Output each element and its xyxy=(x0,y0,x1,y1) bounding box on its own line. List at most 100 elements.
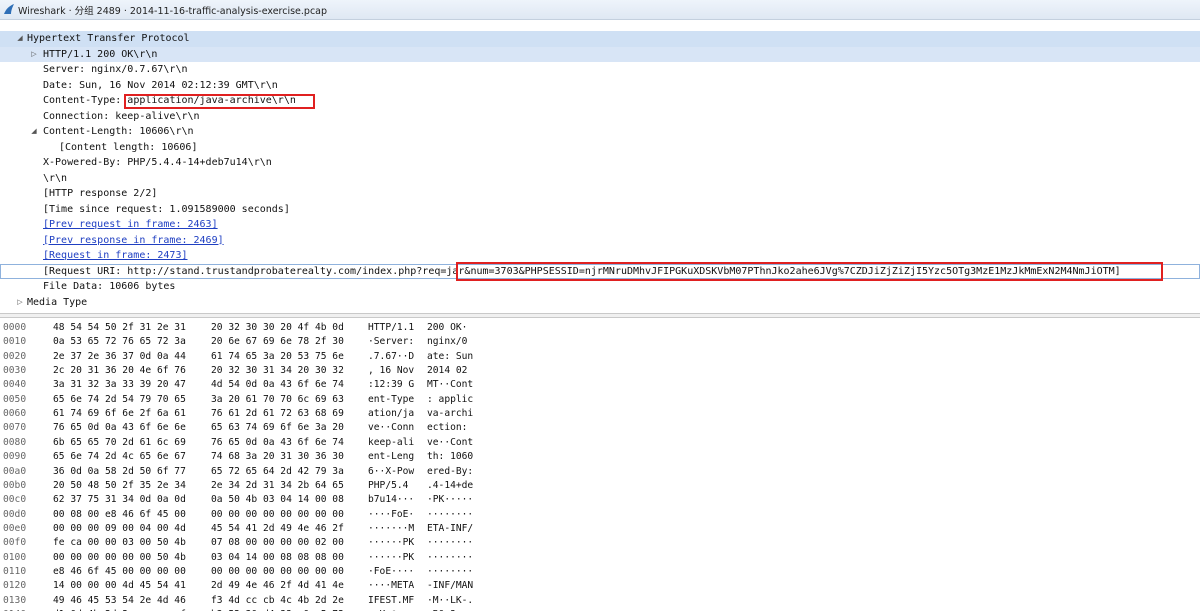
tree-node-media-type[interactable]: ▷ Media Type xyxy=(0,295,1200,311)
ascii-left: .7.67··D xyxy=(368,350,415,362)
hex-row[interactable]: 0080 6b 65 65 70 2d 61 6c 69 76 65 0d 0a 4… xyxy=(0,435,1200,450)
tree-node-request-in-frame[interactable]: [Request in frame: 2473] xyxy=(0,248,1200,264)
ascii-right: ········ xyxy=(427,537,474,549)
tree-node-date[interactable]: Date: Sun, 16 Nov 2014 02:12:39 GMT\r\n xyxy=(0,78,1200,94)
hex-bytes-left: 00 00 00 00 00 00 50 4b xyxy=(53,551,186,563)
packet-details-pane[interactable]: ◢ Hypertext Transfer Protocol ▷ HTTP/1.1… xyxy=(0,31,1200,311)
tree-node-prev-response[interactable]: [Prev response in frame: 2469] xyxy=(0,233,1200,249)
expanded-arrow-icon[interactable]: ◢ xyxy=(29,124,39,140)
hex-row[interactable]: 00c0 62 37 75 31 34 0d 0a 0d 0a 50 4b 03 0… xyxy=(0,492,1200,507)
hex-row[interactable]: 00b0 20 50 48 50 2f 35 2e 34 2e 34 2d 31 3… xyxy=(0,478,1200,493)
ascii-right: 200 OK· xyxy=(427,322,468,333)
packet-bytes-pane[interactable]: 0000 48 54 54 50 2f 31 2e 31 20 32 30 30 2… xyxy=(0,318,1200,611)
hex-row[interactable]: 0010 0a 53 65 72 76 65 72 3a 20 6e 67 69 6… xyxy=(0,334,1200,349)
hex-row[interactable]: 0110 e8 46 6f 45 00 00 00 00 00 00 00 00 0… xyxy=(0,564,1200,579)
ascii-left: :12:39 G xyxy=(368,379,415,391)
tree-node-content-length-sub[interactable]: [Content length: 10606] xyxy=(0,140,1200,156)
hex-row[interactable]: 0090 65 6e 74 2d 4c 65 6e 67 74 68 3a 20 3… xyxy=(0,449,1200,464)
tree-node-content-length[interactable]: ◢ Content-Length: 10606\r\n xyxy=(0,124,1200,140)
tree-node-request-uri[interactable]: [Request URI: http://stand.trustandproba… xyxy=(0,263,1200,279)
content-type-label: Content-Type: xyxy=(43,95,128,106)
tree-node-label: Server: nginx/0.7.67\r\n xyxy=(43,64,188,75)
hex-bytes-right: 2e 34 2d 31 34 2b 64 65 xyxy=(211,479,344,491)
tree-node-label: Date: Sun, 16 Nov 2014 02:12:39 GMT\r\n xyxy=(43,79,278,91)
tree-node-label: Hypertext Transfer Protocol xyxy=(27,33,190,44)
expanded-arrow-icon[interactable]: ◢ xyxy=(15,31,25,47)
hex-bytes-left: fe ca 00 00 03 00 50 4b xyxy=(53,537,186,549)
ascii-right: ········ xyxy=(427,551,474,563)
tree-node-server[interactable]: Server: nginx/0.7.67\r\n xyxy=(0,62,1200,78)
ascii-left: 6··X-Pow xyxy=(368,465,415,477)
hex-row[interactable]: 0020 2e 37 2e 36 37 0d 0a 44 61 74 65 3a 2… xyxy=(0,349,1200,364)
prev-request-link[interactable]: [Prev request in frame: 2463] xyxy=(43,217,218,233)
collapsed-arrow-icon[interactable]: ▷ xyxy=(29,47,39,63)
tree-node-crlf[interactable]: \r\n xyxy=(0,171,1200,187)
hex-row[interactable]: 0120 14 00 00 00 4d 45 54 41 2d 49 4e 46 2… xyxy=(0,578,1200,593)
window-title-bar: Wireshark · 分组 2489 · 2014-11-16-traffic… xyxy=(0,0,1200,20)
ascii-right: MT··Cont xyxy=(427,379,474,391)
ascii-right: ETA-INF/ xyxy=(427,522,474,534)
hex-offset: 0110 xyxy=(3,565,27,577)
tree-node-http[interactable]: ◢ Hypertext Transfer Protocol xyxy=(0,31,1200,47)
hex-row[interactable]: 00e0 00 00 00 09 00 04 00 4d 45 54 41 2d 4… xyxy=(0,521,1200,536)
tree-node-prev-request[interactable]: [Prev request in frame: 2463] xyxy=(0,217,1200,233)
hex-offset: 0030 xyxy=(3,365,27,377)
window-title: Wireshark · 分组 2489 · 2014-11-16-traffic… xyxy=(18,6,328,17)
hex-bytes-right: 03 04 14 00 08 08 08 00 xyxy=(211,551,344,563)
tree-node-label: X-Powered-By: PHP/5.4.4-14+deb7u14\r\n xyxy=(43,157,272,168)
hex-row[interactable]: 00f0 fe ca 00 00 03 00 50 4b 07 08 00 00 0… xyxy=(0,535,1200,550)
hex-row[interactable]: 0100 00 00 00 00 00 00 50 4b 03 04 14 00 0… xyxy=(0,550,1200,565)
collapsed-arrow-icon[interactable]: ▷ xyxy=(15,295,25,311)
hex-bytes-right: 76 61 2d 61 72 63 68 69 xyxy=(211,408,344,420)
tree-node-label: HTTP/1.1 200 OK\r\n xyxy=(43,48,158,60)
hex-bytes-left: 14 00 00 00 4d 45 54 41 xyxy=(53,580,186,592)
hex-row[interactable]: 0130 49 46 45 53 54 2e 4d 46 f3 4d cc cb 4… xyxy=(0,593,1200,608)
hex-row[interactable]: 0070 76 65 0d 0a 43 6f 6e 6e 65 63 74 69 6… xyxy=(0,420,1200,435)
tree-node-file-data[interactable]: File Data: 10606 bytes xyxy=(0,279,1200,295)
wireshark-fin-icon xyxy=(4,4,14,14)
hex-offset: 0120 xyxy=(3,580,27,592)
hex-row[interactable]: 0000 48 54 54 50 2f 31 2e 31 20 32 30 30 2… xyxy=(0,320,1200,335)
tree-node-connection[interactable]: Connection: keep-alive\r\n xyxy=(0,109,1200,125)
hex-offset: 00d0 xyxy=(3,508,27,520)
ascii-right: ate: Sun xyxy=(427,350,474,362)
hex-row[interactable]: 00d0 00 08 00 e8 46 6f 45 00 00 00 00 00 0… xyxy=(0,507,1200,522)
tree-node-x-powered-by[interactable]: X-Powered-By: PHP/5.4.4-14+deb7u14\r\n xyxy=(0,155,1200,171)
tree-node-content-type[interactable]: Content-Type: application/java-archive\r… xyxy=(0,93,1200,109)
ascii-right: ection: xyxy=(427,422,468,434)
ascii-right: ········ xyxy=(427,565,474,577)
hex-bytes-right: 20 32 30 31 34 20 30 32 xyxy=(211,365,344,377)
tree-node-http-response[interactable]: [HTTP response 2/2] xyxy=(0,186,1200,202)
hex-row[interactable]: 0040 3a 31 32 3a 33 39 20 47 4d 54 0d 0a 4… xyxy=(0,377,1200,392)
ascii-right: : applic xyxy=(427,393,474,405)
hex-row[interactable]: 0060 61 74 69 6f 6e 2f 6a 61 76 61 2d 61 7… xyxy=(0,406,1200,421)
hex-row[interactable]: 0030 2c 20 31 36 20 4e 6f 76 20 32 30 31 3… xyxy=(0,363,1200,378)
hex-row[interactable]: 0050 65 6e 74 2d 54 79 70 65 3a 20 61 70 7… xyxy=(0,392,1200,407)
ascii-left: , 16 Nov xyxy=(368,365,415,377)
tree-node-time-since-request[interactable]: [Time since request: 1.091589000 seconds… xyxy=(0,202,1200,218)
hex-bytes-left: d1 0d 4b 2d 2a ce cc cf xyxy=(53,607,186,611)
ascii-left: ····META xyxy=(368,580,415,592)
ascii-left: HTTP/1.1 xyxy=(368,322,415,333)
request-in-frame-link[interactable]: [Request in frame: 2473] xyxy=(43,248,188,264)
tree-node-status-line[interactable]: ▷ HTTP/1.1 200 OK\r\n xyxy=(0,46,1200,63)
prev-response-link[interactable]: [Prev response in frame: 2469] xyxy=(43,233,224,249)
hex-row[interactable]: 0140 d1 0d 4b 2d 2a ce cc cf b3 52 30 d4 3… xyxy=(0,607,1200,611)
ascii-right: ve··Cont xyxy=(427,436,474,448)
ascii-left: ve··Conn xyxy=(368,422,415,434)
hex-offset: 0050 xyxy=(3,393,27,405)
ascii-left: ation/ja xyxy=(368,408,415,420)
hex-offset: 00c0 xyxy=(3,494,27,506)
ascii-left: keep-ali xyxy=(368,436,415,448)
ascii-left: ······PK xyxy=(368,537,415,549)
hex-bytes-right: 45 54 41 2d 49 4e 46 2f xyxy=(211,522,344,534)
ascii-right: ·M··LK-. xyxy=(427,594,474,606)
hex-bytes-right: 2d 49 4e 46 2f 4d 41 4e xyxy=(211,580,344,592)
tree-node-label: [Time since request: 1.091589000 seconds… xyxy=(43,203,290,215)
hex-row[interactable]: 00a0 36 0d 0a 58 2d 50 6f 77 65 72 65 64 2… xyxy=(0,464,1200,479)
hex-bytes-right: 00 00 00 00 00 00 00 00 xyxy=(211,565,344,577)
ascii-left: ·Server: xyxy=(368,336,415,348)
hex-bytes-right: b3 52 30 d4 33 e0 e5 72 xyxy=(211,607,344,611)
hex-offset: 0040 xyxy=(3,379,27,391)
hex-offset: 0090 xyxy=(3,451,27,463)
